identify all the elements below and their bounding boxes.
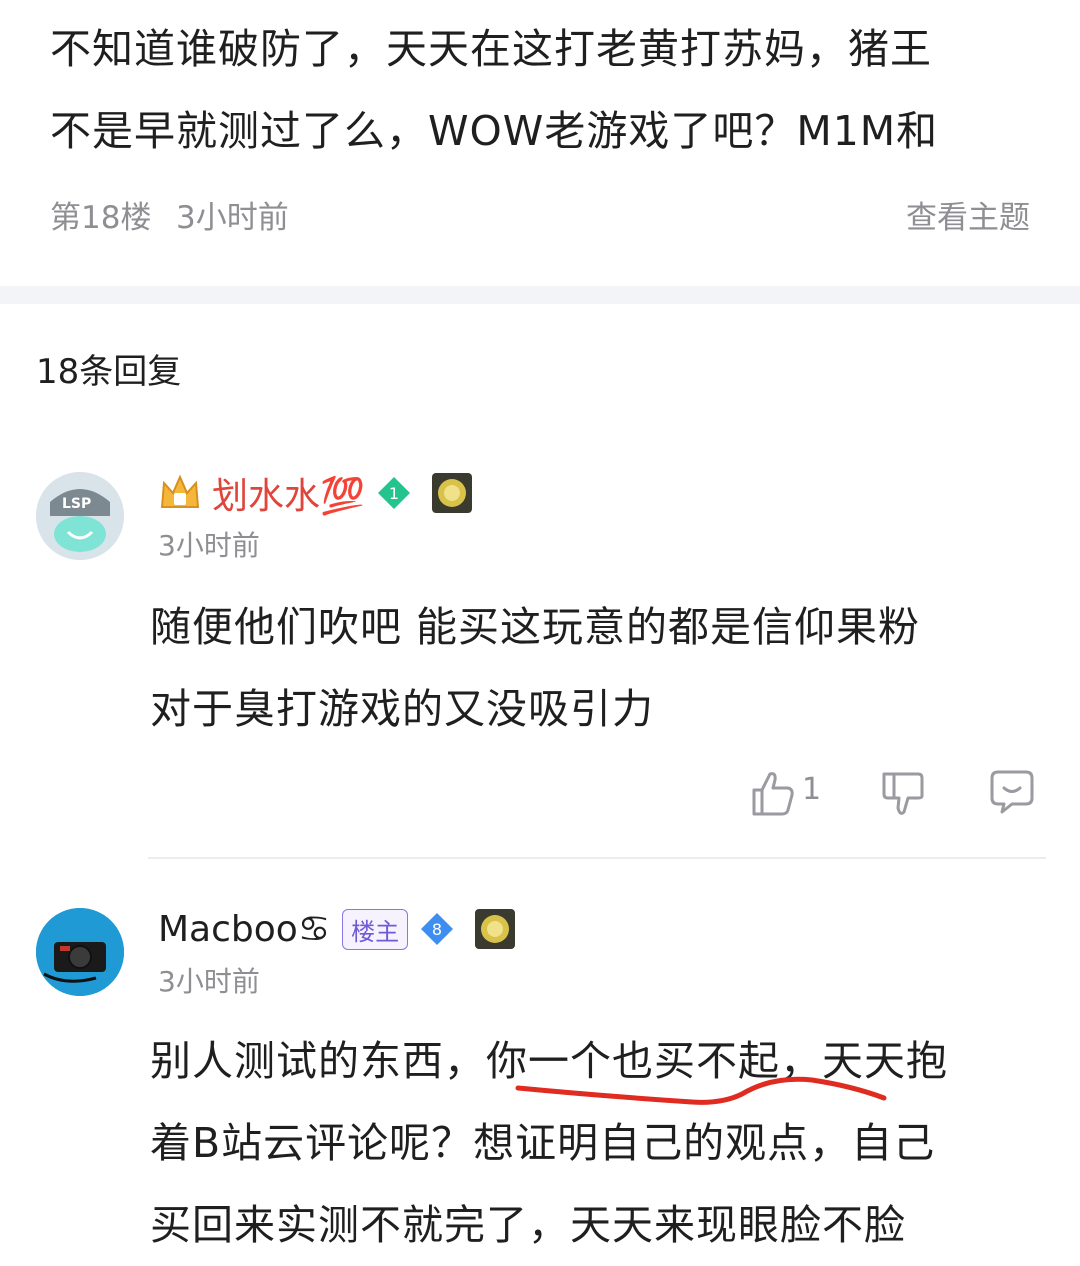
red-underline-annotation [515,1076,887,1105]
crown-icon [160,474,200,508]
avatar[interactable] [36,908,124,996]
level-diamond-icon: 1 [377,477,410,509]
username[interactable]: Macboo♋ [158,909,330,950]
level-diamond-icon: 8 [421,913,454,945]
host-badge: 楼主 [342,908,409,950]
svg-text:LSP: LSP [62,496,91,512]
thumbs-down-icon [882,772,924,815]
comment-divider [148,857,1046,859]
reply-count: 18条回复 [36,352,182,392]
level-number: 1 [389,484,399,503]
post-content: 不知道谁破防了，天天在这打老黄打苏妈，猪王 不是早就测过了么，WOW老游戏了吧？… [50,8,1040,172]
comment-content: 别人测试的东西，你一个也买不起，天天抱 着B站云评论呢？想证明自己的观点，自己 … [150,1020,1040,1266]
comment-text-line: 买回来实测不就完了，天天来现眼脸不脸 [150,1201,906,1249]
avatar[interactable]: LSP [36,472,124,560]
comment-text-line: 随便他们吹吧 能买这玩意的都是信仰果粉 [150,603,921,651]
comment-text-line: 对于臭打游戏的又没吸引力 [150,685,654,733]
comment-time: 3小时前 [158,529,260,562]
username[interactable]: 划水水💯 [212,467,365,519]
post-text-line: 不是早就测过了么，WOW老游戏了吧？M1M和 [50,107,939,155]
floor-number: 第18楼 [50,200,152,236]
like-button[interactable] [750,768,796,822]
comment-time: 3小时前 [158,965,260,998]
section-divider [0,286,1080,304]
reply-button[interactable] [988,768,1036,820]
comment-content: 随便他们吹吧 能买这玩意的都是信仰果粉 对于臭打游戏的又没吸引力 [150,586,1040,750]
thumbs-up-icon [752,772,794,816]
comment-actions: 1 [740,768,1040,824]
medal-icon [431,473,472,513]
post-time: 3小时前 [176,200,289,236]
avatar-image-icon: LSP [36,472,124,560]
dislike-button[interactable] [880,768,926,822]
post-text-line: 不知道谁破防了，天天在这打老黄打苏妈，猪王 [50,25,932,73]
username-row: Macboo♋ 楼主 8 [158,904,516,954]
comment-bubble-icon [990,770,1034,814]
username-row: 划水水💯 1 [158,468,473,518]
avatar-image-icon [36,908,124,996]
level-number: 8 [432,920,442,939]
view-topic-link[interactable]: 查看主题 [906,192,1030,237]
medal-icon [475,909,516,949]
post-meta: 第18楼 3小时前 查看主题 [50,192,1030,236]
like-count: 1 [802,772,822,807]
